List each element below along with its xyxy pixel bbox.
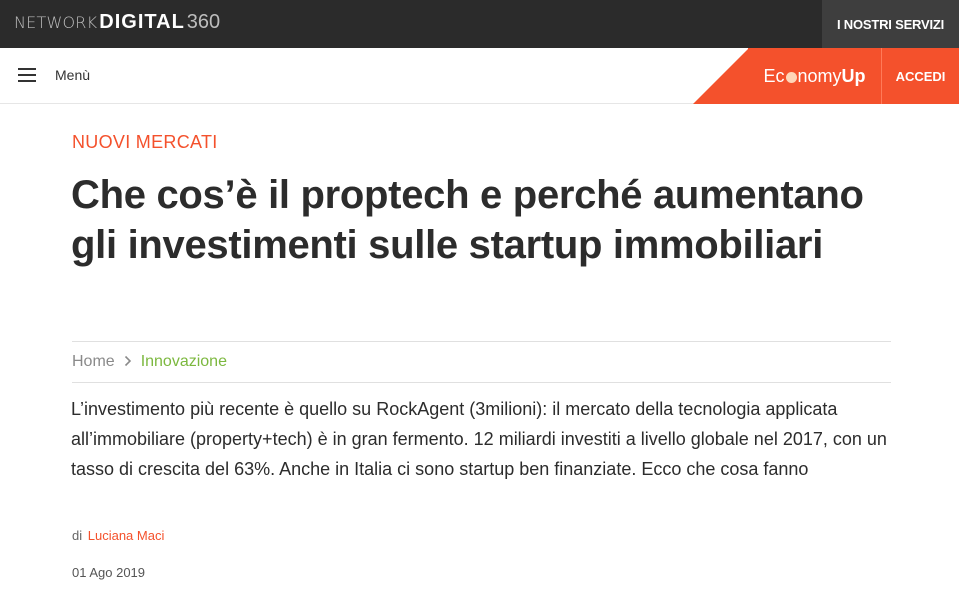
chevron-right-icon	[124, 355, 132, 370]
network-digital360-logo[interactable]: NETWORK DIGITAL 360	[14, 11, 220, 37]
logo-network-text: NETWORK	[14, 13, 98, 32]
breadcrumb-home-link[interactable]: Home	[72, 353, 115, 371]
logo-360-text: 360	[186, 11, 221, 33]
byline-prefix: di	[72, 528, 83, 543]
site-navbar: Menù Ec nomy Up ACCEDI	[0, 48, 959, 104]
brand-text-part3: Up	[841, 65, 866, 86]
login-button[interactable]: ACCEDI	[881, 48, 959, 104]
hamburger-menu-icon[interactable]	[18, 68, 36, 82]
article-title: Che cos’è il proptech e perché aumentano…	[71, 173, 864, 267]
author-link[interactable]: Luciana Maci	[88, 528, 165, 543]
breadcrumb: Home Innovazione	[72, 341, 891, 383]
article-lead: L’investimento più recente è quello su R…	[71, 399, 887, 479]
our-services-button[interactable]: I NOSTRI SERVIZI	[822, 0, 959, 48]
brand-text-part1: Ec	[763, 65, 785, 86]
economyup-logo[interactable]: Ec nomy Up	[748, 48, 881, 104]
network-topbar: NETWORK DIGITAL 360 I NOSTRI SERVIZI	[0, 0, 959, 48]
brand-wedge-decoration	[693, 48, 753, 104]
publish-date: 01 Ago 2019	[72, 565, 146, 580]
menu-label[interactable]: Menù	[55, 67, 90, 83]
article-byline: di Luciana Maci	[72, 528, 164, 543]
logo-digital-text: DIGITAL	[99, 11, 185, 33]
article-category[interactable]: NUOVI MERCATI	[72, 132, 218, 153]
breadcrumb-section-link[interactable]: Innovazione	[141, 353, 227, 371]
brand-o-icon	[785, 71, 797, 83]
brand-text-part2: nomy	[797, 65, 842, 86]
